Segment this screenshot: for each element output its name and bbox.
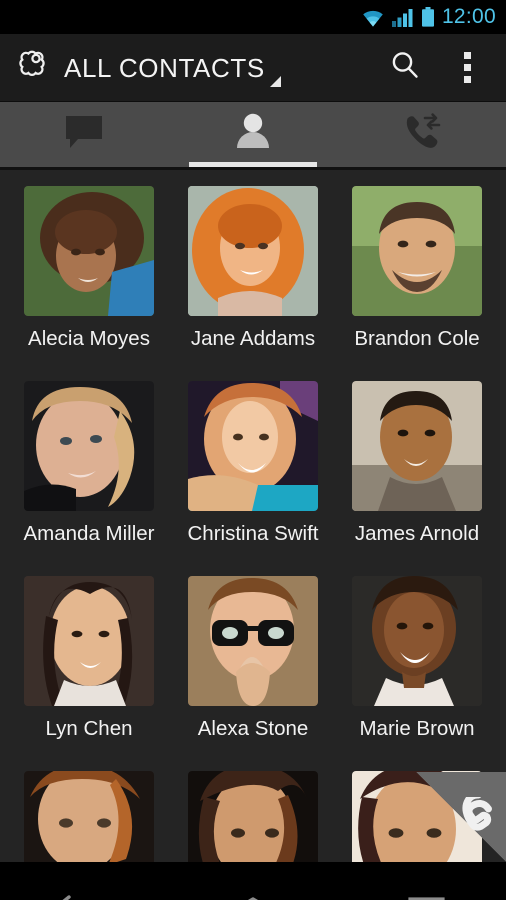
action-bar: ALL CONTACTS (0, 34, 506, 102)
recents-button[interactable] (337, 862, 506, 900)
contact-name: Brandon Cole (354, 327, 480, 350)
chevron-down-icon (269, 76, 281, 87)
dialer-corner-affordance[interactable] (416, 772, 506, 862)
contact-name: Alecia Moyes (28, 327, 150, 350)
contact-avatar[interactable] (24, 381, 154, 511)
contact-avatar[interactable] (188, 576, 318, 706)
contact-tile[interactable]: Amanda Miller (23, 381, 155, 576)
contacts-grid: Alecia Moyes Jane Addams Brandon Cole Am… (0, 170, 506, 862)
more-vertical-icon (463, 52, 471, 83)
contact-tile[interactable] (188, 771, 318, 862)
contact-name: Jane Addams (190, 327, 316, 350)
contact-name: Lyn Chen (45, 717, 133, 740)
contact-name: Christina Swift (187, 522, 319, 545)
contact-tile[interactable] (24, 771, 154, 862)
contact-tile[interactable]: Jane Addams (188, 186, 318, 381)
contact-avatar[interactable] (188, 186, 318, 316)
chat-bubble-icon (62, 113, 106, 156)
people-contacts-icon[interactable] (14, 47, 50, 88)
back-arrow-icon (55, 893, 113, 900)
page-title: ALL CONTACTS (64, 53, 265, 83)
contact-tile[interactable]: Lyn Chen (24, 576, 154, 771)
contact-avatar[interactable] (352, 576, 482, 706)
contact-avatar[interactable] (352, 186, 482, 316)
contact-avatar[interactable] (24, 576, 154, 706)
tab-call-log[interactable] (337, 102, 506, 167)
contact-tile[interactable]: Marie Brown (352, 576, 482, 771)
person-icon (232, 112, 274, 157)
contact-avatar[interactable] (188, 771, 318, 862)
contact-avatar[interactable] (24, 771, 154, 862)
contact-name: James Arnold (354, 522, 480, 545)
phone-exchange-icon (399, 112, 445, 157)
back-button[interactable] (0, 862, 169, 900)
status-clock: 12:00 (441, 5, 496, 28)
search-button[interactable] (374, 34, 436, 102)
contact-avatar[interactable] (24, 186, 154, 316)
home-button[interactable] (169, 862, 338, 900)
active-tab-indicator (188, 162, 318, 167)
system-navigation-bar (0, 862, 506, 900)
home-icon (224, 895, 282, 900)
contact-name: Marie Brown (359, 717, 475, 740)
tab-contacts[interactable] (169, 102, 338, 167)
contact-name: Amanda Miller (23, 522, 155, 545)
cellular-signal-icon (391, 8, 414, 27)
overflow-menu-button[interactable] (436, 34, 498, 102)
contacts-grid-scroll[interactable]: Alecia Moyes Jane Addams Brandon Cole Am… (0, 170, 506, 862)
status-bar: 12:00 (0, 0, 506, 34)
contact-tile[interactable]: Brandon Cole (352, 186, 482, 381)
contacts-app-screen: 12:00 ALL CONTACTS Alecia Moyes Jane Add… (0, 0, 506, 900)
contact-tile[interactable]: Christina Swift (187, 381, 319, 576)
tab-groups[interactable] (0, 102, 169, 167)
recents-icon (394, 894, 450, 900)
contact-tile[interactable]: Alexa Stone (188, 576, 318, 771)
contacts-filter-dropdown[interactable]: ALL CONTACTS (64, 34, 374, 101)
battery-icon (421, 7, 435, 27)
contact-name: Alexa Stone (197, 717, 309, 740)
contact-avatar[interactable] (188, 381, 318, 511)
phone-handset-icon (450, 791, 498, 850)
search-icon (388, 48, 422, 87)
wifi-icon (361, 8, 385, 27)
contact-avatar[interactable] (352, 381, 482, 511)
tab-bar (0, 102, 506, 170)
contact-tile[interactable]: James Arnold (352, 381, 482, 576)
contact-tile[interactable]: Alecia Moyes (24, 186, 154, 381)
